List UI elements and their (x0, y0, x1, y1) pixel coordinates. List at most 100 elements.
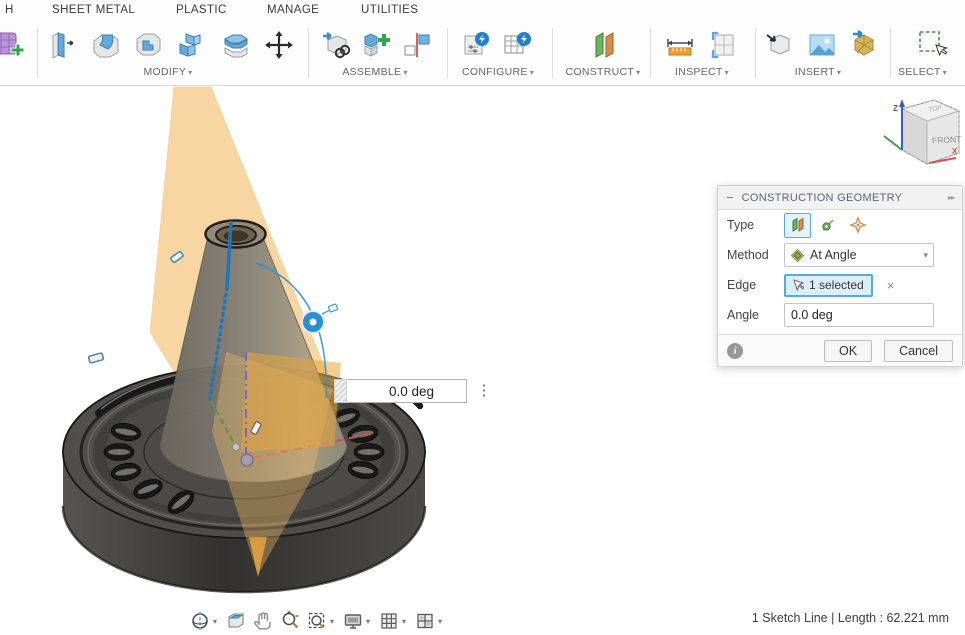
chevron-down-icon: ▾ (943, 68, 947, 77)
edge-label: Edge (727, 278, 784, 292)
angle-label: Angle (727, 308, 784, 322)
joint-icon[interactable] (399, 27, 435, 63)
tab-mesh-partial[interactable]: H (5, 4, 14, 16)
angle-row: Angle (718, 300, 962, 330)
new-component-icon[interactable] (357, 27, 393, 63)
insert-link-icon[interactable] (318, 27, 354, 63)
floating-angle-input[interactable] (347, 379, 467, 403)
info-icon[interactable]: i (727, 343, 743, 359)
clear-selection-icon[interactable]: × (887, 278, 895, 293)
tab-sheet-metal[interactable]: SHEET METAL (52, 4, 135, 16)
bend-icon[interactable] (88, 27, 124, 63)
move-icon[interactable] (261, 27, 297, 63)
insert-canvas-icon[interactable] (804, 27, 840, 63)
chevron-down-icon: ▾ (923, 250, 928, 261)
pan-icon[interactable] (249, 608, 276, 634)
fusion-window: H SHEET METAL PLASTIC MANAGE UTILITIES (0, 0, 965, 635)
construct-group-label[interactable]: CONSTRUCT▾ (553, 66, 653, 78)
method-value: At Angle (810, 248, 923, 262)
tab-manage[interactable]: MANAGE (267, 4, 319, 16)
edge-selection-count: 1 selected (809, 278, 864, 292)
select-icon[interactable] (912, 27, 948, 63)
type-row: Type (718, 210, 962, 240)
chevron-down-icon[interactable]: ▾ (213, 617, 222, 626)
configure-table-icon[interactable] (499, 27, 535, 63)
selection-status-text: 1 Sketch Line | Length : 62.221 mm (752, 611, 949, 625)
dialog-title: CONSTRUCTION GEOMETRY (742, 192, 948, 204)
sketch-glyph (88, 353, 103, 363)
zoom-icon[interactable] (276, 608, 303, 634)
configure-group-label[interactable]: CONFIGURE▾ (448, 66, 548, 78)
dialog-header[interactable]: − CONSTRUCTION GEOMETRY ▸▸ (718, 186, 962, 210)
plane-type-icon (789, 216, 807, 234)
insert-group-label[interactable]: INSERT▾ (768, 66, 868, 78)
chevron-down-icon: ▾ (530, 68, 534, 77)
look-at-icon[interactable] (222, 608, 249, 634)
chevron-down-icon[interactable]: ▾ (330, 617, 339, 626)
divider (308, 28, 309, 78)
select-group-label[interactable]: SELECT▾ (880, 66, 965, 78)
floating-angle-editor: ⋮ (334, 379, 467, 403)
ok-button[interactable]: OK (824, 340, 872, 362)
cancel-button[interactable]: Cancel (884, 340, 953, 362)
ribbon: H SHEET METAL PLASTIC MANAGE UTILITIES (0, 0, 965, 86)
dialog-footer: i OK Cancel (718, 334, 962, 366)
method-row: Method At Angle ▾ (718, 240, 962, 270)
display-settings-icon[interactable] (339, 608, 366, 634)
inspect-group-label[interactable]: INSPECT▾ (652, 66, 752, 78)
thicken-icon[interactable] (172, 27, 208, 63)
viewcube-z-label: Z (893, 104, 898, 113)
edge-selection-button[interactable]: 1 selected (784, 274, 873, 297)
flange-icon[interactable] (45, 27, 81, 63)
section-analysis-icon[interactable] (705, 27, 741, 63)
convert-icon[interactable] (130, 27, 166, 63)
construct-plane-icon[interactable] (586, 27, 622, 63)
chevron-down-icon: ▾ (837, 68, 841, 77)
more-options-icon[interactable]: ⋮ (476, 380, 492, 402)
point-type-button[interactable] (844, 213, 871, 238)
cursor-icon (793, 279, 804, 292)
chevron-down-icon[interactable]: ▾ (366, 617, 375, 626)
origin-point[interactable] (241, 454, 253, 466)
navigation-bar: ▾ ▾ ▾ ▾ ▾ (186, 607, 447, 635)
tab-plastic[interactable]: PLASTIC (176, 4, 227, 16)
view-cube[interactable]: TOP FRONT Z X (884, 99, 962, 164)
create-mesh-icon[interactable] (0, 27, 24, 63)
construction-geometry-dialog: − CONSTRUCTION GEOMETRY ▸▸ Type Method (717, 185, 963, 367)
divider (37, 28, 38, 78)
viewports-icon[interactable] (411, 608, 438, 634)
axis-type-icon (819, 216, 837, 234)
orbit-icon[interactable] (186, 608, 213, 634)
tab-utilities[interactable]: UTILITIES (361, 4, 418, 16)
axis-type-button[interactable] (814, 213, 841, 238)
chevron-down-icon[interactable]: ▾ (402, 617, 411, 626)
modify-group-label[interactable]: MODIFY▾ (118, 66, 218, 78)
sketch-point[interactable] (233, 444, 240, 451)
chevron-down-icon: ▾ (403, 68, 407, 77)
assemble-group-label[interactable]: ASSEMBLE▾ (325, 66, 425, 78)
point-type-icon (849, 216, 867, 234)
insert-derive-icon[interactable] (761, 27, 797, 63)
grid-icon[interactable] (375, 608, 402, 634)
expand-icon[interactable]: ▸▸ (948, 193, 954, 202)
at-angle-method-icon (790, 248, 805, 263)
angle-input[interactable] (784, 303, 934, 327)
configure-component-icon[interactable] (458, 27, 494, 63)
chevron-down-icon: ▾ (725, 68, 729, 77)
measure-icon[interactable] (662, 27, 698, 63)
drag-handle[interactable] (334, 379, 347, 403)
chevron-down-icon[interactable]: ▾ (438, 617, 447, 626)
viewcube-front-label[interactable]: FRONT (932, 134, 962, 146)
fit-icon[interactable] (303, 608, 330, 634)
method-label: Method (727, 248, 784, 262)
viewcube-x-label: X (952, 147, 958, 156)
method-dropdown[interactable]: At Angle ▾ (784, 243, 934, 267)
collapse-icon[interactable]: − (726, 190, 734, 205)
viewport-canvas[interactable]: TOP FRONT Z X ⋮ − CONSTRUCTION GEOMETRY … (0, 86, 965, 635)
plane-type-button[interactable] (784, 213, 811, 238)
divider (755, 28, 756, 78)
insert-mesh-icon[interactable] (846, 27, 882, 63)
type-label: Type (727, 218, 784, 232)
edge-row: Edge 1 selected × (718, 270, 962, 300)
split-body-icon[interactable] (218, 27, 254, 63)
